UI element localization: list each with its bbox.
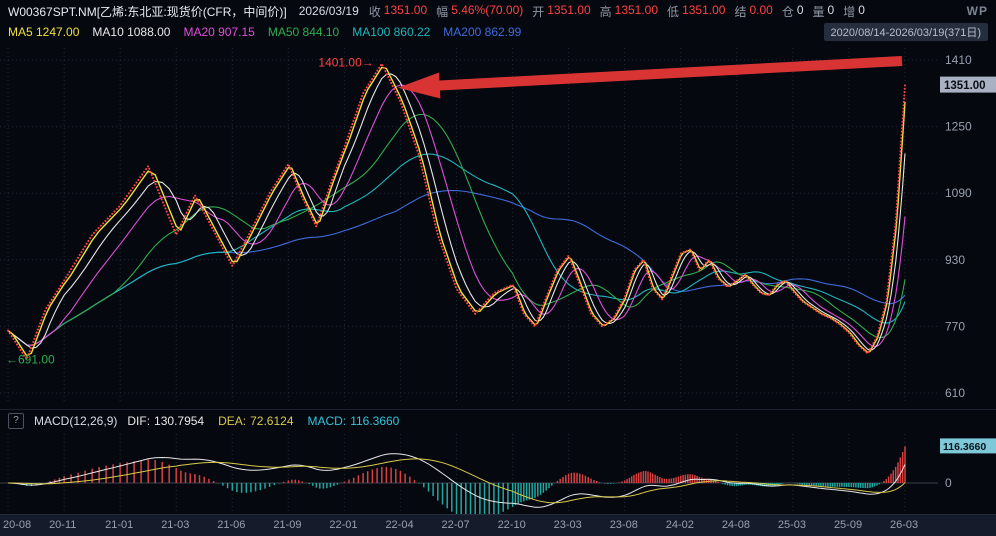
- macd-header: ? MACD(12,26,9) DIF: 130.7954 DEA: 72.6124…: [0, 410, 996, 432]
- chart-app: W00367SPT.NM[乙烯:东北亚:现货价(CFR，中间价)] 2026/0…: [0, 0, 996, 536]
- quote-field-仓: 仓0: [782, 3, 804, 20]
- y-axis-labels: 1410 1250 1090 930 770 610: [945, 53, 972, 400]
- help-icon[interactable]: ?: [8, 413, 24, 429]
- dea-label: DEA:: [218, 414, 246, 428]
- macd-zero-label: 0: [945, 476, 952, 490]
- x-tick-label: 24-02: [666, 519, 694, 531]
- x-tick-label: 20-08: [3, 519, 31, 531]
- trend-arrow-icon: [398, 56, 903, 99]
- dif-value: 130.7954: [154, 414, 204, 428]
- quote-field-开: 开1351.00: [532, 3, 590, 20]
- dea-readout: DEA: 72.6124: [218, 414, 297, 428]
- macd-value-badge: 116.3660: [940, 438, 996, 453]
- macd-histogram: [8, 446, 905, 514]
- svg-text:116.3660: 116.3660: [943, 441, 986, 453]
- x-tick-label: 21-09: [273, 519, 301, 531]
- x-tick-label: 21-01: [105, 519, 133, 531]
- symbol-title[interactable]: W00367SPT.NM[乙烯:东北亚:现货价(CFR，中间价)]: [8, 3, 287, 20]
- ma-item-MA50: MA50 844.10: [268, 25, 339, 39]
- quote-field-收: 收1351.00: [369, 3, 427, 20]
- y-tick-label: 930: [945, 253, 965, 267]
- main-price-chart[interactable]: 1410 1250 1090 930 770 610 1401.00→ ←691.00 1351…: [0, 42, 996, 410]
- dif-label: DIF:: [127, 414, 150, 428]
- top-bar: W00367SPT.NM[乙烯:东北亚:现货价(CFR，中间价)] 2026/0…: [0, 0, 996, 22]
- peak-annotation: 1401.00→: [318, 56, 373, 70]
- grid: [0, 48, 938, 404]
- ma-item-MA10: MA10 1088.00: [92, 25, 170, 39]
- quote-field-结: 结0.00: [734, 3, 772, 20]
- ma-legend-bar: MA5 1247.00 MA10 1088.00 MA20 907.15 MA50 8…: [0, 22, 996, 42]
- last-price-badge: 1351.00: [940, 77, 996, 93]
- x-tick-label: 23-03: [554, 519, 582, 531]
- x-tick-label: 20-11: [49, 519, 76, 531]
- quote-date: 2026/03/19: [299, 4, 359, 18]
- ma-item-MA200: MA200 862.99: [443, 25, 521, 39]
- x-tick-label: 21-06: [217, 519, 245, 531]
- quote-field-幅: 幅5.46%(70.00): [436, 3, 523, 20]
- ma50-line: [8, 115, 905, 346]
- time-axis: 20-08 20-11 21-01 21-03 21-06 21-09 22-01 22-04…: [0, 514, 996, 536]
- y-tick-label: 1250: [945, 120, 972, 134]
- x-tick-label: 22-07: [442, 519, 470, 531]
- macd-label: MACD:: [308, 414, 347, 428]
- macd-value: 116.3660: [350, 414, 399, 428]
- ma-item-MA5: MA5 1247.00: [8, 25, 79, 39]
- quote-field-量: 量0: [813, 3, 835, 20]
- dif-readout: DIF: 130.7954: [127, 414, 208, 428]
- x-tick-label: 26-03: [890, 519, 918, 531]
- quote-fields: 收1351.00 幅5.46%(70.00) 开1351.00 高1351.00 低13…: [369, 3, 865, 20]
- x-tick-label: 21-03: [161, 519, 189, 531]
- quote-field-增: 增0: [843, 3, 865, 20]
- y-tick-label: 1090: [945, 186, 972, 200]
- x-tick-label: 22-04: [385, 519, 413, 531]
- x-tick-label: 25-09: [834, 519, 862, 531]
- x-tick-label: 24-08: [722, 519, 750, 531]
- date-range-badge[interactable]: 2020/08/14-2026/03/19(371日): [824, 23, 988, 41]
- wp-logo: WP: [967, 4, 988, 18]
- macd-title[interactable]: MACD(12,26,9): [34, 414, 117, 428]
- dea-value: 72.6124: [250, 414, 293, 428]
- quote-field-低: 低1351.00: [667, 3, 725, 20]
- y-tick-label: 610: [945, 386, 965, 400]
- ma-items: MA5 1247.00 MA10 1088.00 MA20 907.15 MA50 8…: [8, 25, 521, 39]
- x-tick-label: 22-01: [329, 519, 357, 531]
- x-tick-label: 23-08: [610, 519, 638, 531]
- ma-item-MA100: MA100 860.22: [352, 25, 430, 39]
- x-tick-label: 25-03: [778, 519, 806, 531]
- x-tick-label: 22-10: [498, 519, 526, 531]
- ma-item-MA20: MA20 907.15: [183, 25, 254, 39]
- svg-text:1351.00: 1351.00: [944, 80, 986, 92]
- y-tick-label: 770: [945, 319, 965, 333]
- macd-panel[interactable]: 0 116.3660: [0, 432, 996, 514]
- y-tick-label: 1410: [945, 53, 972, 67]
- macd-readout: MACD:116.3660: [308, 414, 404, 428]
- quote-field-高: 高1351.00: [600, 3, 658, 20]
- low-annotation: ←691.00: [6, 352, 55, 366]
